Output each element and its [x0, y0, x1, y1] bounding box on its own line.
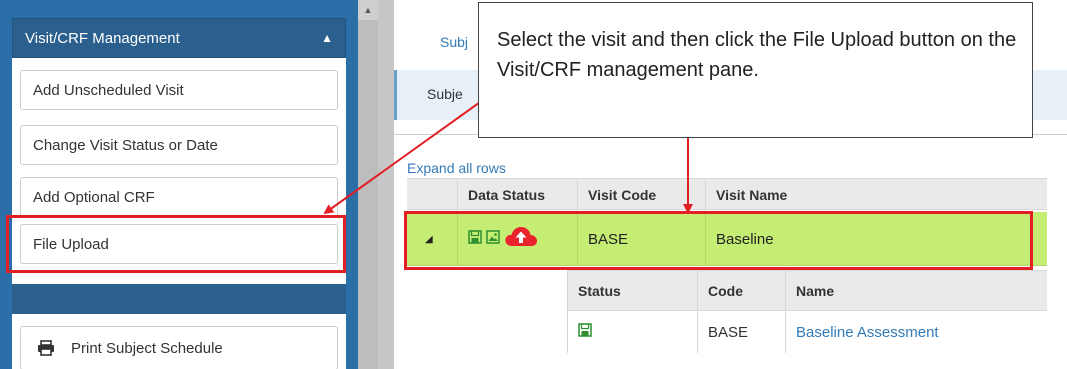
column-name[interactable]: Name — [785, 271, 1047, 311]
crf-code-cell: BASE — [697, 311, 785, 353]
highlight-file-upload — [6, 215, 346, 273]
pane-splitter[interactable] — [378, 0, 394, 369]
chevron-up-icon[interactable]: ▲ — [321, 32, 333, 44]
add-optional-crf-button[interactable]: Add Optional CRF — [20, 177, 338, 217]
column-data-status[interactable]: Data Status — [457, 179, 577, 211]
crf-name-link[interactable]: Baseline Assessment — [785, 311, 1047, 353]
pane-divider — [12, 284, 346, 314]
print-subject-schedule-button[interactable]: Print Subject Schedule — [20, 326, 338, 369]
add-unscheduled-visit-button[interactable]: Add Unscheduled Visit — [20, 70, 338, 110]
column-visit-name[interactable]: Visit Name — [705, 179, 1047, 211]
scroll-up-arrow-icon[interactable]: ▲ — [358, 0, 378, 20]
expand-all-rows-link[interactable]: Expand all rows — [407, 160, 506, 176]
instruction-callout: Select the visit and then click the File… — [478, 2, 1033, 138]
crf-subtable-header: Status Code Name — [567, 270, 1047, 311]
printer-icon — [37, 340, 61, 356]
change-visit-status-button[interactable]: Change Visit Status or Date — [20, 125, 338, 165]
scroll-track[interactable] — [358, 20, 378, 369]
crf-status-cell — [567, 311, 697, 353]
pane-print-section: Print Subject Schedule — [12, 314, 346, 369]
column-code[interactable]: Code — [697, 271, 785, 311]
pane-header-title: Visit/CRF Management — [25, 29, 180, 47]
pane-header[interactable]: Visit/CRF Management ▲ — [12, 18, 346, 58]
table-row[interactable]: BASE Baseline Assessment — [567, 310, 1047, 353]
subheader-text: Subje — [427, 86, 463, 102]
highlight-visit-row — [404, 211, 1033, 270]
visits-table-header: Data Status Visit Code Visit Name — [407, 178, 1047, 211]
column-status[interactable]: Status — [567, 271, 697, 311]
saved-icon — [578, 323, 592, 341]
vertical-scrollbar[interactable]: ▲ — [358, 0, 378, 369]
visit-crf-management-pane: Visit/CRF Management ▲ Add Unscheduled V… — [0, 0, 358, 369]
tab-subject[interactable]: Subj — [440, 34, 468, 50]
column-visit-code[interactable]: Visit Code — [577, 179, 705, 211]
print-button-label: Print Subject Schedule — [71, 339, 223, 357]
